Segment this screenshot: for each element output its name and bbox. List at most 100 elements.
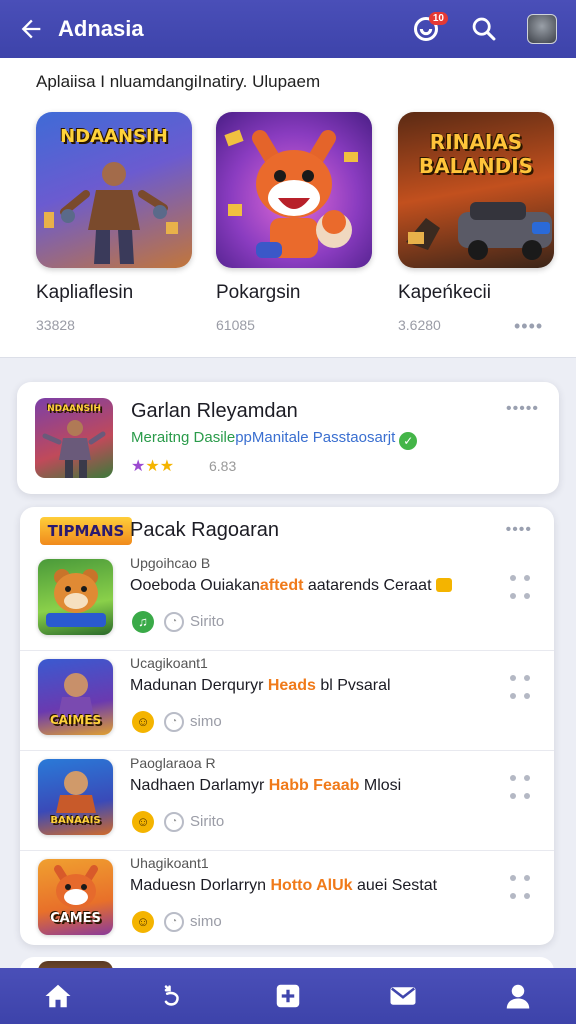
smile-icon: ☺	[132, 811, 154, 833]
section-title: Pacak Ragoaran	[130, 519, 279, 541]
game-art-title: NDAANSIH	[60, 126, 168, 147]
featured-card-name: Kapliaflesin	[36, 282, 134, 303]
section-more-button[interactable]: ••••	[506, 521, 532, 539]
clock-icon: ◔	[164, 612, 184, 632]
search-button[interactable]	[464, 9, 504, 49]
list-item-meta: Sirito	[190, 613, 225, 630]
nav-activity[interactable]	[149, 972, 197, 1020]
game-list-panel: TIPMANS Pacak Ragoaran •••• Upgoihcao B …	[20, 507, 554, 945]
title-highlight: aftedt	[259, 577, 304, 594]
bear-character-icon	[46, 569, 106, 627]
list-item-meta: Sirito	[190, 813, 225, 830]
game-art-title: CAMES	[50, 911, 101, 926]
game-art-title: RINAIAS BALANDIS	[418, 130, 534, 178]
highlight-desc-blue: ppManitale Passtaosarjt	[235, 429, 396, 446]
warrior-figure-icon	[44, 162, 178, 264]
featured-card-meta: 33828	[36, 317, 75, 333]
section-logo: TIPMANS	[40, 517, 132, 545]
plus-square-icon	[276, 984, 300, 1008]
drag-handle-icon[interactable]	[510, 775, 530, 803]
person-icon	[507, 984, 530, 1009]
list-item-subtitle: Uhagikoant1	[130, 855, 209, 871]
list-item-subtitle: Paoglaraoa R	[130, 755, 216, 771]
swirl-icon	[164, 985, 179, 1006]
featured-card[interactable]: Pokargsin 61085	[216, 112, 372, 333]
profile-avatar-button[interactable]	[522, 9, 562, 49]
list-item-title: Nadhaen Darlamyr Habb Feaab Mlosi	[130, 777, 401, 795]
list-item-meta: simo	[190, 713, 222, 730]
title-text: Madunan Derquryr	[130, 677, 268, 694]
highlight-title: Garlan Rleyamdan	[131, 400, 298, 422]
rating-value: 6.83	[209, 458, 237, 474]
rating-stars: ★★★	[131, 456, 174, 476]
game-art-image: NDAANSIH	[36, 112, 192, 268]
game-art-title: BANAAIS	[50, 815, 101, 826]
page-title: Adnasia	[58, 16, 144, 41]
search-icon	[472, 17, 496, 41]
list-item-subtitle: Ucagikoant1	[130, 655, 208, 671]
title-text: bl Pvsaral	[315, 677, 391, 694]
list-item[interactable]: CAMES Uhagikoant1 Maduesn Dorlarryn Hott…	[20, 851, 554, 951]
game-thumbnail: CAMES	[38, 859, 113, 935]
smile-icon: ☺	[132, 911, 154, 933]
check-icon: ✓	[399, 432, 418, 450]
clock-icon: ◔	[164, 812, 184, 832]
nav-home[interactable]	[34, 972, 82, 1020]
game-thumbnail: CAIMES	[38, 659, 113, 735]
list-item[interactable]: CAIMES Ucagikoant1 Madunan Derquryr Head…	[20, 651, 554, 751]
drag-handle-icon[interactable]	[510, 575, 530, 603]
title-text: Maduesn Dorlarryn	[130, 877, 271, 894]
bottom-navigation	[0, 968, 576, 1024]
list-item[interactable]: BANAAIS Paoglaraoa R Nadhaen Darlamyr Ha…	[20, 751, 554, 851]
game-art-image: RINAIAS BALANDIS	[398, 112, 554, 268]
music-icon: ♫	[132, 611, 154, 633]
notification-badge: 10	[428, 12, 448, 25]
game-art-image	[216, 112, 372, 268]
nav-add[interactable]	[264, 972, 312, 1020]
nav-profile[interactable]	[494, 972, 542, 1020]
star-icon: ★	[159, 458, 175, 475]
list-item-meta: simo	[190, 913, 222, 930]
list-item-subtitle: Upgoihcao B	[130, 555, 211, 571]
featured-card-meta: 3.6280	[398, 317, 441, 333]
title-highlight: Habb Feaab	[268, 777, 360, 794]
featured-card[interactable]: RINAIAS BALANDIS Kapeńkecii 3.6280	[398, 112, 554, 333]
list-item-title: Madunan Derquryr Heads bl Pvsaral	[130, 677, 391, 695]
clock-icon: ◔	[164, 712, 184, 732]
drag-handle-icon[interactable]	[510, 875, 530, 903]
lock-icon	[435, 578, 452, 592]
featured-more-button[interactable]: ••••	[514, 316, 543, 337]
arrow-left-icon	[21, 19, 41, 39]
list-item-title: Maduesn Dorlarryn Hotto AlUk auei Sestat	[130, 877, 437, 895]
title-highlight: Heads	[267, 677, 316, 694]
star-icon: ★	[131, 458, 146, 475]
notifications-button[interactable]: 10	[406, 9, 448, 49]
featured-card-name: Pokargsin	[216, 282, 301, 303]
highlight-card[interactable]: NDAANSIH Garlan Rleyamdan Meraitng Dasil…	[17, 382, 559, 494]
game-art-title: CAIMES	[49, 713, 102, 727]
featured-section: Aplaiisa I nluamdangiInatiry. Ulupaem ND…	[0, 58, 576, 358]
featured-subtitle: Aplaiisa I nluamdangiInatiry. Ulupaem	[36, 72, 321, 91]
highlight-more-button[interactable]: •••••	[506, 400, 539, 418]
drag-handle-icon[interactable]	[510, 675, 530, 703]
highlight-desc-green: Meraitng Dasile	[131, 429, 236, 446]
featured-card[interactable]: NDAANSIH Kapliaflesin 33828	[36, 112, 192, 333]
featured-card-meta: 61085	[216, 317, 255, 333]
title-text: Mlosi	[359, 777, 402, 794]
clock-icon: ◔	[164, 912, 184, 932]
game-thumbnail: BANAAIS	[38, 759, 113, 835]
cars-scene-icon	[406, 202, 552, 260]
back-button[interactable]	[14, 12, 48, 46]
highlight-description: Meraitng DasileppManitale Passtaosarjt ✓	[131, 429, 418, 450]
top-app-bar: Adnasia 10	[0, 0, 576, 58]
fox-character-icon	[224, 129, 358, 258]
smile-icon: ☺	[132, 711, 154, 733]
highlight-thumbnail: NDAANSIH	[35, 398, 113, 478]
title-highlight: Hotto AlUk	[270, 877, 353, 894]
star-icon: ★	[145, 458, 160, 475]
list-item[interactable]: Upgoihcao B Ooeboda Ouiakanaftedt aatare…	[20, 551, 554, 651]
game-art-title: NDAANSIH	[47, 404, 101, 414]
title-text: Ooeboda Ouiakan	[130, 577, 260, 594]
warrior-figure-icon	[42, 420, 106, 478]
nav-messages[interactable]	[379, 972, 427, 1020]
